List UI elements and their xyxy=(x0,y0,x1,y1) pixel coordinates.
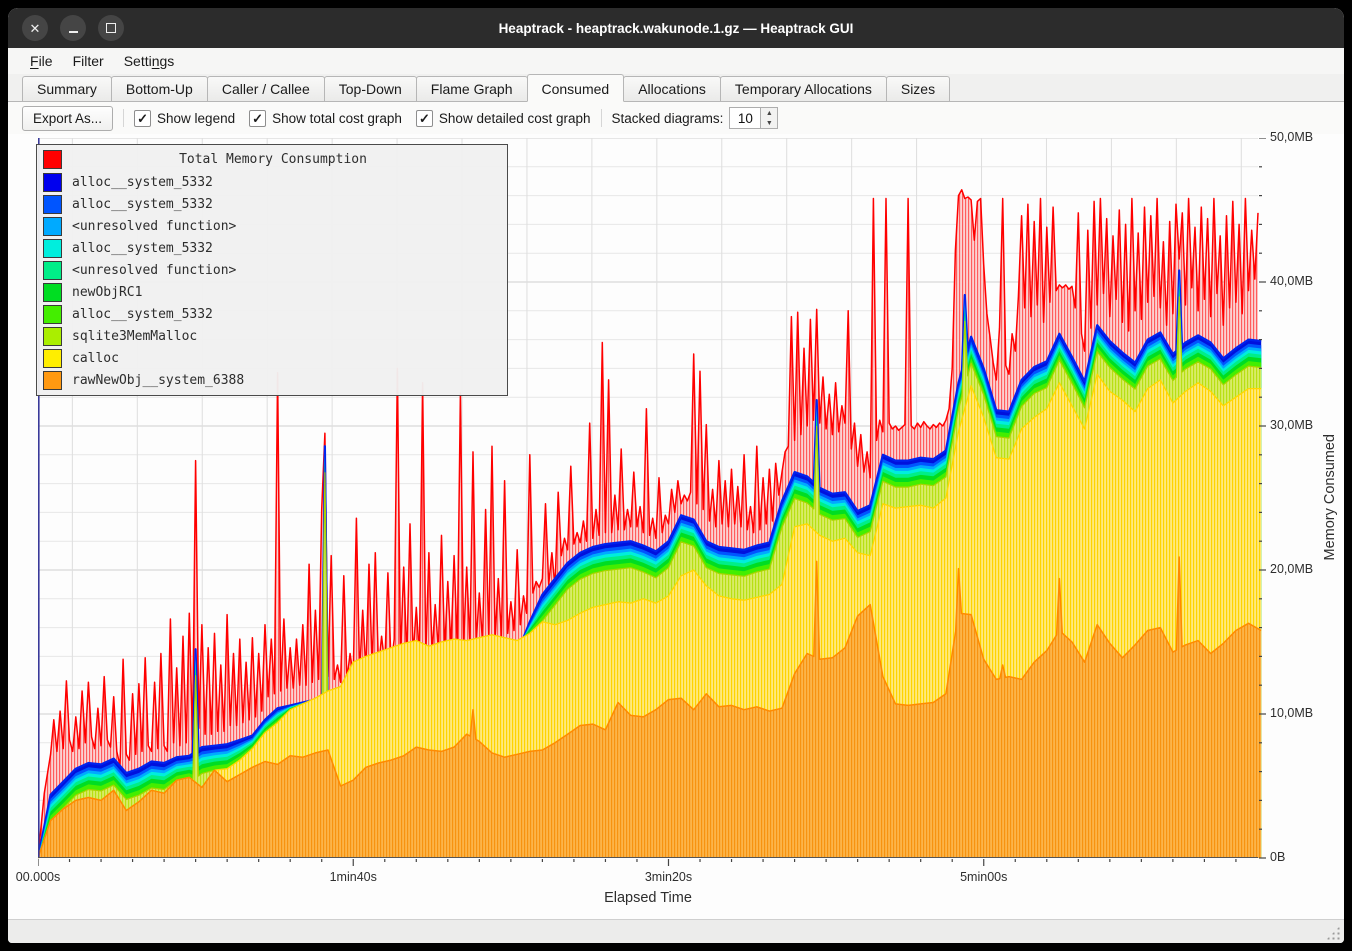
x-axis-title: Elapsed Time xyxy=(604,890,692,906)
legend-swatch xyxy=(43,261,62,280)
x-tick-label: 1min40s xyxy=(330,870,377,884)
tab-sizes[interactable]: Sizes xyxy=(886,76,950,101)
tab-bar: SummaryBottom-UpCaller / CalleeTop-DownF… xyxy=(8,74,1344,102)
tab-temporary-allocations[interactable]: Temporary Allocations xyxy=(720,76,887,101)
legend-label: alloc__system_5332 xyxy=(72,241,213,256)
toolbar-separator xyxy=(123,109,124,127)
stacked-diagrams-label: Stacked diagrams: xyxy=(612,111,724,126)
legend-label: alloc__system_5332 xyxy=(72,175,213,190)
legend-swatch xyxy=(43,305,62,324)
checkbox-show-detailed-cost-graph[interactable]: ✓ Show detailed cost graph xyxy=(416,110,591,127)
x-tick-label: 00.000s xyxy=(16,870,60,884)
y-tick-label: 10,0MB xyxy=(1270,706,1313,720)
checkbox-box[interactable]: ✓ xyxy=(416,110,433,127)
legend-swatch xyxy=(43,173,62,192)
y-tick-label: 40,0MB xyxy=(1270,274,1313,288)
menu-filter[interactable]: Filter xyxy=(63,50,114,72)
tab-flame-graph[interactable]: Flame Graph xyxy=(416,76,528,101)
checkbox-label: Show detailed cost graph xyxy=(439,111,591,126)
legend-item: alloc__system_5332 xyxy=(37,237,507,259)
legend-label: rawNewObj__system_6388 xyxy=(72,373,244,388)
legend-swatch xyxy=(43,283,62,302)
stacked-diagrams-value[interactable]: 10 xyxy=(729,107,761,129)
x-tick-label: 5min00s xyxy=(960,870,1007,884)
legend-label: alloc__system_5332 xyxy=(72,197,213,212)
checkbox-label: Show legend xyxy=(157,111,235,126)
y-tick-label: 50,0MB xyxy=(1270,130,1313,144)
legend-item: alloc__system_5332 xyxy=(37,303,507,325)
legend-item: <unresolved function> xyxy=(37,215,507,237)
y-tick-label: 30,0MB xyxy=(1270,418,1313,432)
legend-item: calloc xyxy=(37,347,507,369)
y-tick-label: 0B xyxy=(1270,850,1285,864)
checkbox-show-legend[interactable]: ✓ Show legend xyxy=(134,110,235,127)
tab-consumed[interactable]: Consumed xyxy=(527,74,625,102)
legend-title-row: Total Memory Consumption xyxy=(37,148,507,171)
chart-area: 0B10,0MB20,0MB30,0MB40,0MB50,0MB 00.000s… xyxy=(8,134,1344,919)
spinner-down-icon[interactable]: ▼ xyxy=(761,118,777,128)
tab-summary[interactable]: Summary xyxy=(22,76,112,101)
y-axis-title: Memory Consumed xyxy=(1322,434,1338,561)
screenshot-stage: ✕ Heaptrack - heaptrack.wakunode.1.gz — … xyxy=(0,0,1352,951)
legend-label: calloc xyxy=(72,351,119,366)
tab-allocations[interactable]: Allocations xyxy=(623,76,721,101)
window-title: Heaptrack - heaptrack.wakunode.1.gz — He… xyxy=(8,21,1344,36)
legend-label: newObjRC1 xyxy=(72,285,142,300)
title-bar[interactable]: ✕ Heaptrack - heaptrack.wakunode.1.gz — … xyxy=(8,8,1344,48)
legend-swatch xyxy=(43,327,62,346)
y-tick-label: 20,0MB xyxy=(1270,562,1313,576)
legend-swatch xyxy=(43,371,62,390)
legend-item: alloc__system_5332 xyxy=(37,193,507,215)
resize-grip-icon[interactable] xyxy=(1326,926,1340,940)
legend-item: alloc__system_5332 xyxy=(37,171,507,193)
spinner-up-icon[interactable]: ▲ xyxy=(761,108,777,118)
menu-bar: FileFilterSettings xyxy=(8,48,1344,74)
legend-title: Total Memory Consumption xyxy=(72,152,474,167)
checkbox-box[interactable]: ✓ xyxy=(134,110,151,127)
tab-caller-callee[interactable]: Caller / Callee xyxy=(207,76,325,101)
legend-label: <unresolved function> xyxy=(72,219,236,234)
heaptrack-window: ✕ Heaptrack - heaptrack.wakunode.1.gz — … xyxy=(8,8,1344,943)
legend-item: <unresolved function> xyxy=(37,259,507,281)
checkbox-label: Show total cost graph xyxy=(272,111,402,126)
toolbar-separator xyxy=(601,109,602,127)
legend-swatch xyxy=(43,195,62,214)
menu-settings[interactable]: Settings xyxy=(114,50,185,72)
legend-label: sqlite3MemMalloc xyxy=(72,329,197,344)
stacked-diagrams-group: Stacked diagrams: 10 ▲ ▼ xyxy=(612,107,779,129)
checkbox-show-total-cost-graph[interactable]: ✓ Show total cost graph xyxy=(249,110,402,127)
checkbox-box[interactable]: ✓ xyxy=(249,110,266,127)
legend-item: newObjRC1 xyxy=(37,281,507,303)
legend-item: sqlite3MemMalloc xyxy=(37,325,507,347)
legend-swatch xyxy=(43,349,62,368)
status-bar xyxy=(8,919,1344,943)
x-tick-label: 3min20s xyxy=(645,870,692,884)
legend-label: alloc__system_5332 xyxy=(72,307,213,322)
tab-bottom-up[interactable]: Bottom-Up xyxy=(111,76,208,101)
legend-label: <unresolved function> xyxy=(72,263,236,278)
stacked-diagrams-spinner[interactable]: 10 ▲ ▼ xyxy=(729,107,778,129)
chart-legend: Total Memory Consumption alloc__system_53… xyxy=(36,144,508,396)
legend-item: rawNewObj__system_6388 xyxy=(37,369,507,391)
toolbar: Export As... ✓ Show legend ✓ Show total cos… xyxy=(8,102,1344,134)
menu-file[interactable]: File xyxy=(20,50,63,72)
tab-top-down[interactable]: Top-Down xyxy=(324,76,417,101)
legend-swatch xyxy=(43,217,62,236)
export-as-button[interactable]: Export As... xyxy=(22,106,113,131)
legend-swatch xyxy=(43,239,62,258)
legend-swatch-total xyxy=(43,150,62,169)
